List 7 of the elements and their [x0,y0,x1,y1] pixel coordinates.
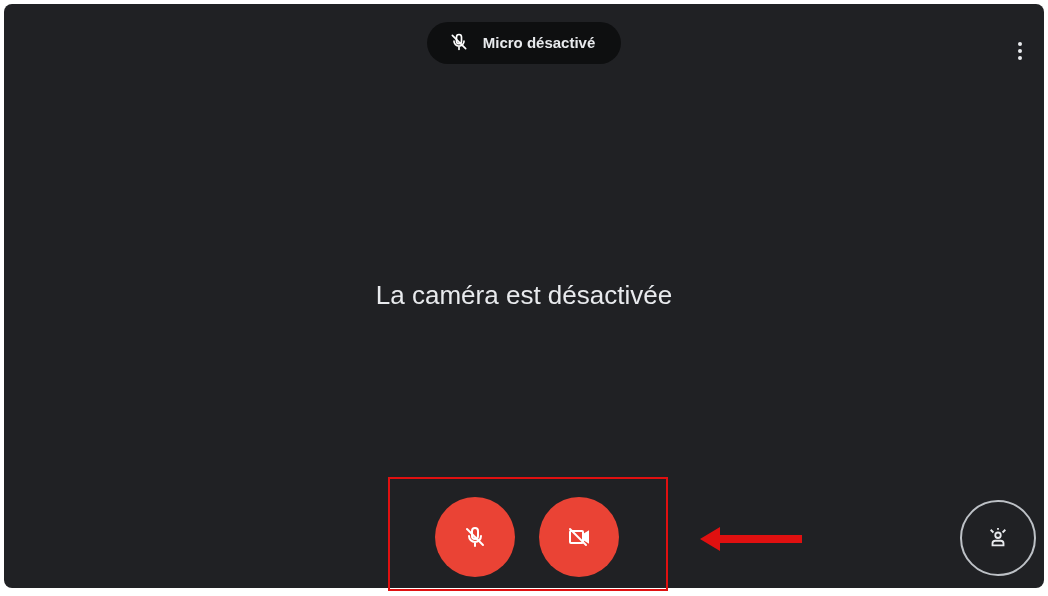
more-options-icon[interactable] [1018,42,1022,60]
camera-off-icon [567,525,591,549]
microphone-off-icon [463,525,487,549]
banner-text: Micro désactivé [482,33,596,51]
effects-button[interactable] [960,500,1036,576]
person-effects-icon [987,527,1009,549]
camera-off-message: La caméra est désactivée [375,280,673,311]
